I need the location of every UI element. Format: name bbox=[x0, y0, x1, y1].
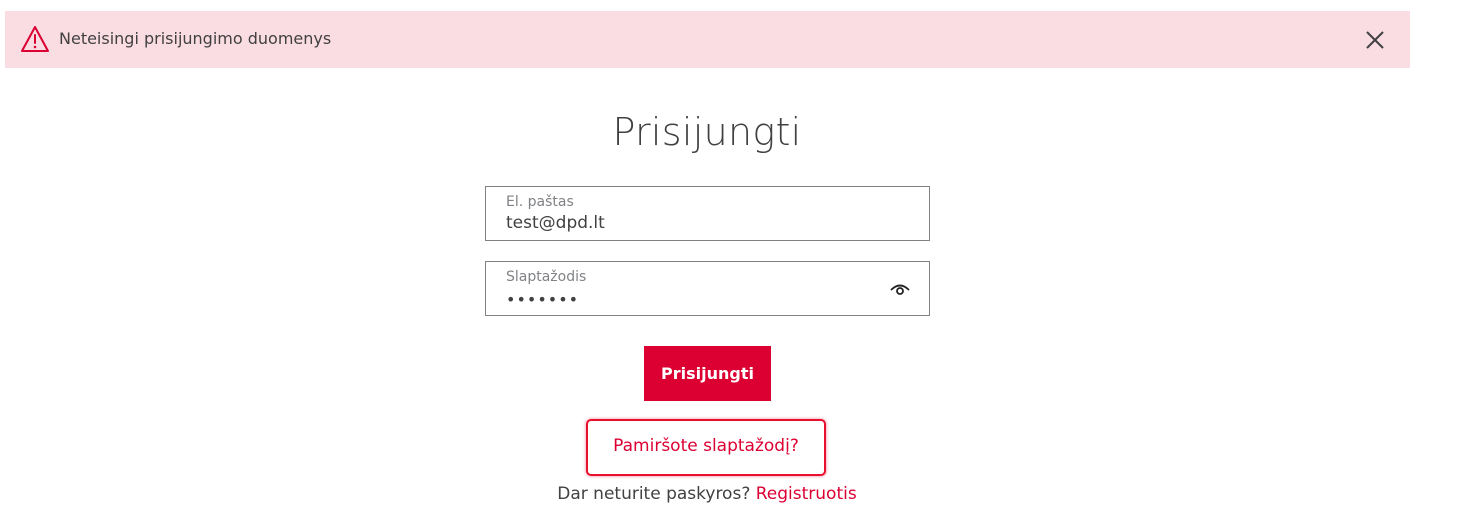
login-button[interactable]: Prisijungti bbox=[644, 346, 771, 401]
page-title: Prisijungti bbox=[612, 110, 802, 154]
password-input[interactable] bbox=[506, 288, 886, 310]
email-field[interactable]: El. paštas bbox=[485, 186, 930, 241]
alert-message: Neteisingi prisijungimo duomenys bbox=[59, 29, 332, 48]
register-line: Dar neturite paskyros? Registruotis bbox=[0, 484, 1414, 504]
forgot-password-highlight: Pamiršote slaptažodį? bbox=[586, 419, 826, 476]
warning-triangle-icon bbox=[21, 26, 49, 52]
password-label: Slaptažodis bbox=[506, 269, 587, 285]
email-input[interactable] bbox=[506, 212, 886, 234]
register-link[interactable]: Registruotis bbox=[756, 484, 857, 504]
eye-icon[interactable] bbox=[889, 278, 911, 300]
error-alert: Neteisingi prisijungimo duomenys bbox=[5, 11, 1410, 68]
email-label: El. paštas bbox=[506, 194, 574, 210]
password-field[interactable]: Slaptažodis bbox=[485, 261, 930, 316]
close-icon[interactable] bbox=[1364, 29, 1386, 51]
register-prompt: Dar neturite paskyros? bbox=[557, 484, 751, 504]
forgot-password-link[interactable]: Pamiršote slaptažodį? bbox=[588, 421, 824, 474]
